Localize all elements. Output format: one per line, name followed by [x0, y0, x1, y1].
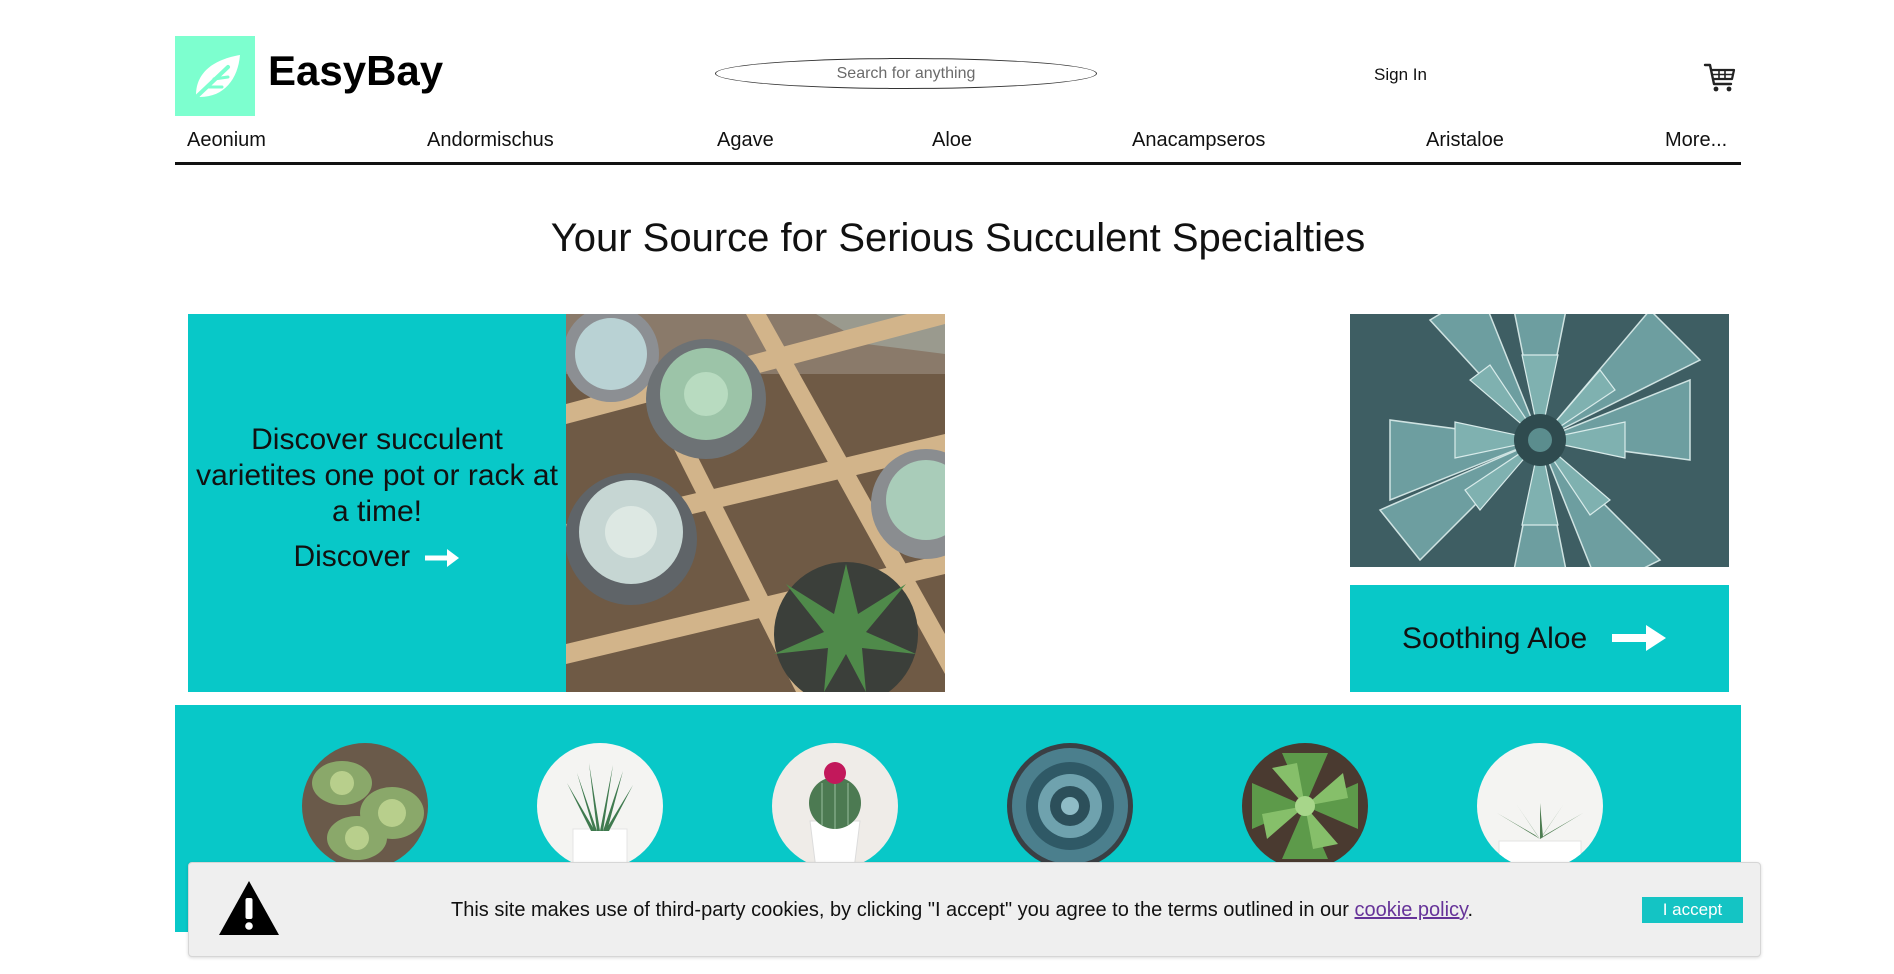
sempervivum-photo[interactable] [1242, 743, 1368, 869]
warning-icon [219, 881, 279, 935]
sign-in-link[interactable]: Sign In [1374, 65, 1427, 85]
logo[interactable] [175, 36, 255, 116]
category-andormischus[interactable]: Andormischus [427, 129, 554, 152]
agave-photo [1350, 314, 1729, 567]
search-input[interactable] [715, 58, 1097, 89]
leaf-icon [188, 55, 240, 105]
cookie-message: This site makes use of third-party cooki… [451, 899, 1473, 922]
category-more[interactable]: More... [1665, 129, 1727, 152]
cookie-policy-link[interactable]: cookie policy [1355, 899, 1468, 921]
cart-icon[interactable] [1703, 60, 1737, 94]
soothing-aloe-promo[interactable]: Soothing Aloe [1350, 585, 1729, 692]
cookie-banner: This site makes use of third-party cooki… [188, 862, 1761, 957]
category-aloe[interactable]: Aloe [932, 129, 972, 152]
brand-name[interactable]: EasyBay [268, 50, 443, 92]
category-anacampseros[interactable]: Anacampseros [1132, 129, 1265, 152]
discover-label: Discover [293, 540, 411, 573]
accept-cookies-button[interactable]: I accept [1642, 897, 1743, 923]
page-headline: Your Source for Serious Succulent Specia… [550, 216, 1366, 260]
cactus-photo[interactable] [772, 743, 898, 869]
category-aristaloe[interactable]: Aristaloe [1426, 129, 1504, 152]
succulent-crate-photo [566, 314, 945, 692]
arrow-right-icon [1612, 625, 1666, 651]
blue-rosette-photo[interactable] [1007, 743, 1133, 869]
hero-text: Discover succulent varietites one pot or… [196, 423, 558, 528]
haworthia-photo[interactable] [537, 743, 663, 869]
promo-label: Soothing Aloe [1402, 622, 1588, 655]
arrow-right-icon [424, 549, 459, 568]
category-nav: Aeonium Andormischus Agave Aloe Anacamps… [175, 125, 1741, 165]
hero-panel: Discover succulent varietites one pot or… [188, 314, 566, 692]
discover-link[interactable]: Discover [188, 540, 566, 574]
cookie-text-after: . [1467, 899, 1474, 921]
category-aeonium[interactable]: Aeonium [187, 129, 266, 152]
potted-rosette-photo[interactable] [1477, 743, 1603, 869]
cookie-text-before: This site makes use of third-party cooki… [451, 899, 1355, 921]
category-agave[interactable]: Agave [717, 129, 774, 152]
echeveria-photo[interactable] [302, 743, 428, 869]
